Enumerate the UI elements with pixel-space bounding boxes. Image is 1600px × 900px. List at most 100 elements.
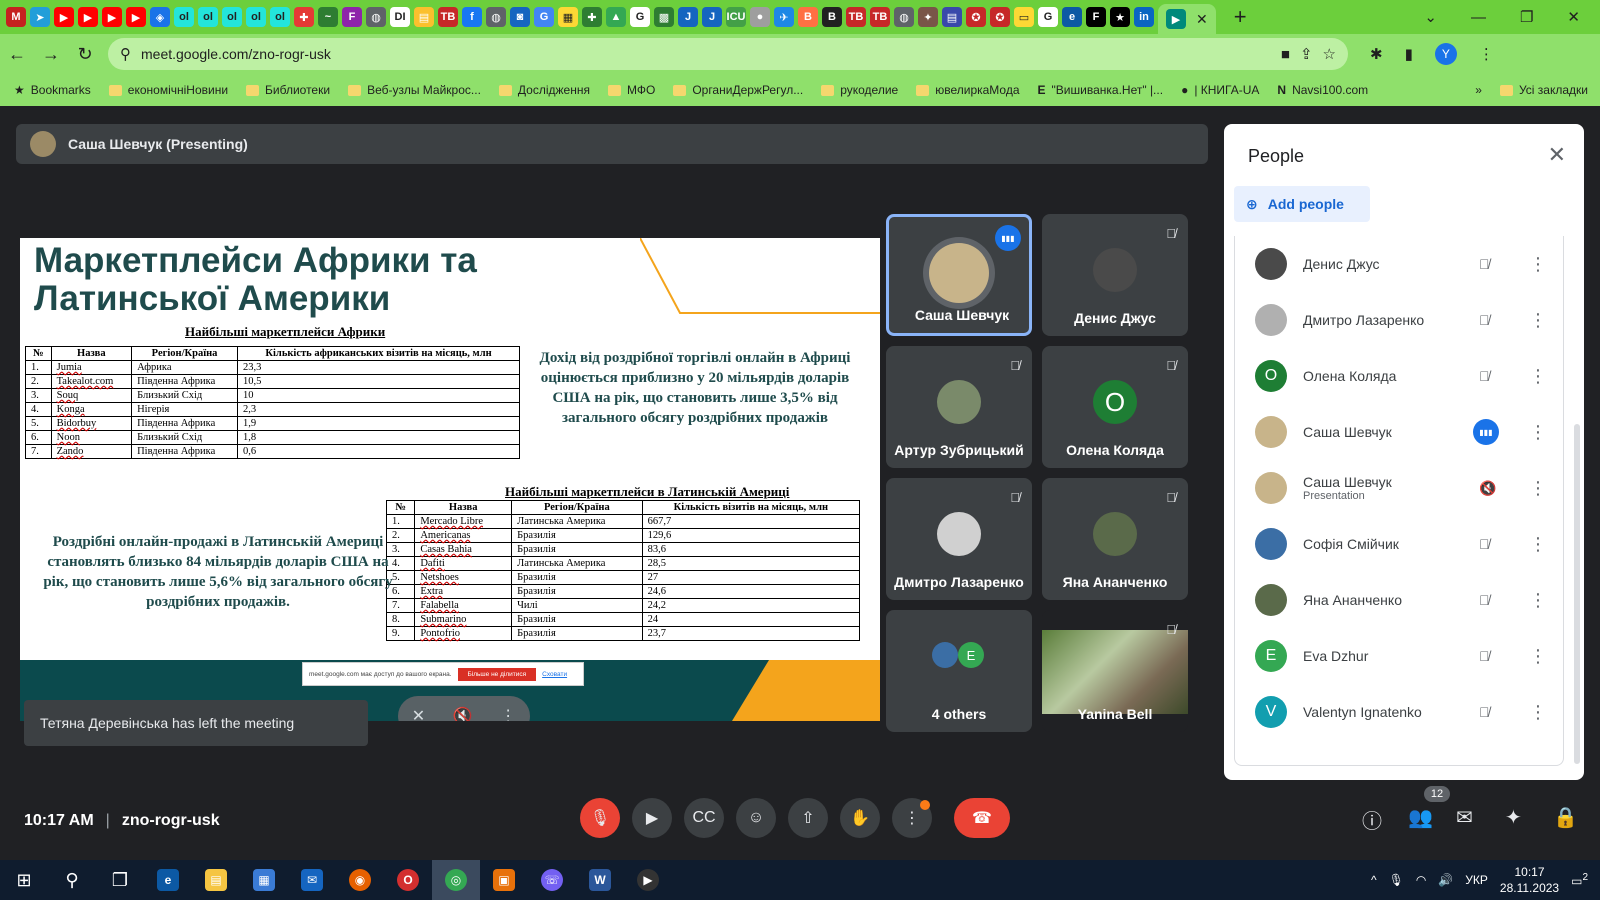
more-options-icon[interactable]: ⋮ (1529, 534, 1547, 555)
drive-icon[interactable]: ▲ (606, 7, 626, 27)
tray-mic-icon[interactable]: 🎙 (1389, 873, 1404, 887)
site-info-icon[interactable]: ⚲ (120, 45, 131, 63)
viber-icon[interactable]: ☏ (528, 860, 576, 900)
generic-site-icon[interactable]: ✪ (966, 7, 986, 27)
mic-off-icon[interactable]: 🎙̸ (1479, 312, 1490, 328)
bookmark-item[interactable]: E "Вишиванка.Нет" |... (1038, 83, 1164, 97)
raise-hand-button[interactable]: ✋ (840, 798, 880, 838)
mic-off-icon[interactable]: 🎙̸ (1479, 592, 1490, 608)
olx-icon[interactable]: ol (174, 7, 194, 27)
generic-site-icon[interactable]: J (678, 7, 698, 27)
google-icon[interactable]: G (630, 7, 650, 27)
camera-button[interactable]: ▶ (632, 798, 672, 838)
more-options-icon[interactable]: ⋮ (500, 706, 516, 721)
participant-tile[interactable]: 🎙̸ Дмитро Лазаренко (886, 478, 1032, 600)
generic-site-icon[interactable]: B (798, 7, 818, 27)
generic-site-icon[interactable]: ▦ (558, 7, 578, 27)
generic-site-icon[interactable]: ★ (1110, 7, 1130, 27)
bookmark-item[interactable]: ★ Bookmarks (14, 83, 91, 97)
more-options-button[interactable]: ⋮ (892, 798, 932, 838)
tray-chevron-icon[interactable]: ^ (1371, 873, 1377, 887)
google-icon[interactable]: G (1038, 7, 1058, 27)
generic-site-icon[interactable]: ◈ (150, 7, 170, 27)
scrollbar[interactable] (1574, 424, 1580, 764)
tv-icon[interactable]: TB (438, 7, 458, 27)
participant-row[interactable]: Саша Шевчук ▮▮▮ ⋮ (1235, 404, 1563, 460)
tv-icon[interactable]: TB (870, 7, 890, 27)
generic-site-icon[interactable]: ✦ (918, 7, 938, 27)
more-options-icon[interactable]: ⋮ (1529, 422, 1547, 443)
bookmark-item[interactable]: Библиотеки (246, 83, 330, 97)
participant-tile[interactable]: 🎙̸ Яна Ананченко (1042, 478, 1188, 600)
olx-icon[interactable]: ol (222, 7, 242, 27)
more-options-icon[interactable]: ⋮ (1529, 646, 1547, 667)
audio-off-icon[interactable]: 🔇 (1479, 480, 1496, 497)
activities-icon[interactable]: ✦ (1505, 805, 1522, 830)
more-options-icon[interactable]: ⋮ (1529, 590, 1547, 611)
volume-icon[interactable]: 🔊 (1438, 873, 1453, 887)
generic-site-icon[interactable]: ✚ (294, 7, 314, 27)
close-icon[interactable]: ✕ (1548, 142, 1566, 168)
generic-site-icon[interactable]: ~ (318, 7, 338, 27)
generic-site-icon[interactable]: ◍ (486, 7, 506, 27)
profile-avatar[interactable]: Y (1434, 43, 1457, 65)
extensions-icon[interactable]: ✱ (1370, 45, 1383, 63)
generic-site-icon[interactable]: ▩ (654, 7, 674, 27)
camera-in-use-icon[interactable]: ■ (1281, 46, 1290, 63)
pin-off-icon[interactable]: ✕ (412, 706, 425, 721)
generic-site-icon[interactable]: F (1086, 7, 1106, 27)
more-options-icon[interactable]: ⋮ (1529, 310, 1547, 331)
generic-site-icon[interactable]: ▭ (1014, 7, 1034, 27)
generic-site-icon[interactable]: ICU (726, 7, 746, 27)
more-options-icon[interactable]: ⋮ (1529, 254, 1547, 275)
mail-icon[interactable]: ✉ (288, 860, 336, 900)
participant-row[interactable]: Саша Шевчук Presentation 🔇 ⋮ (1235, 460, 1563, 516)
microphone-off-button[interactable]: 🎙 (580, 798, 620, 838)
address-bar[interactable]: ⚲ meet.google.com/zno-rogr-usk ■ ⇪ ☆ (108, 38, 1348, 70)
close-window-icon[interactable]: ✕ (1567, 8, 1580, 26)
minimize-icon[interactable]: — (1471, 9, 1486, 26)
participant-row[interactable]: Софія Смійчик 🎙̸ ⋮ (1235, 516, 1563, 572)
reload-icon[interactable]: ↻ (68, 44, 102, 65)
bookmark-item[interactable]: Дослідження (498, 83, 590, 97)
generic-site-icon[interactable]: ▤ (414, 7, 434, 27)
mic-off-icon[interactable]: 🎙̸ (1479, 648, 1490, 664)
participant-tile[interactable]: 🎙̸ Артур Зубрицький (886, 346, 1032, 468)
participant-video-tile[interactable]: 🎙̸ Yanina Bell (1042, 610, 1188, 732)
telegram-icon[interactable]: ➤ (30, 7, 50, 27)
generic-site-icon[interactable]: ● (750, 7, 770, 27)
menu-icon[interactable]: ⋮ (1479, 45, 1494, 63)
add-people-button[interactable]: ⊕ Add people (1234, 186, 1370, 222)
active-tab[interactable]: ▶ ✕ (1158, 4, 1216, 34)
chat-icon[interactable]: ✉ (1456, 805, 1473, 830)
gmail-icon[interactable]: M (6, 7, 26, 27)
bookmark-item[interactable]: ювелиркаМода (916, 83, 1020, 97)
media-player-icon[interactable]: ▶ (624, 860, 672, 900)
youtube-icon[interactable]: ▶ (78, 7, 98, 27)
maximize-icon[interactable]: ❐ (1520, 8, 1533, 26)
translate-icon[interactable]: G (534, 7, 554, 27)
store-icon[interactable]: ▦ (240, 860, 288, 900)
participant-tile[interactable]: 🎙̸ Денис Джус (1042, 214, 1188, 336)
generic-site-icon[interactable]: ✚ (582, 7, 602, 27)
bookmark-star-icon[interactable]: ☆ (1323, 45, 1336, 63)
youtube-icon[interactable]: ▶ (126, 7, 146, 27)
olx-icon[interactable]: ol (270, 7, 290, 27)
present-screen-button[interactable]: ⇧ (788, 798, 828, 838)
edge-icon[interactable]: e (1062, 7, 1082, 27)
back-icon[interactable]: ← (0, 44, 34, 65)
more-options-icon[interactable]: ⋮ (1529, 478, 1547, 499)
generic-site-icon[interactable]: DI (390, 7, 410, 27)
generic-site-icon[interactable]: F (342, 7, 362, 27)
bookmark-item[interactable]: ● | КНИГА-UA (1181, 83, 1259, 97)
olx-icon[interactable]: ol (246, 7, 266, 27)
tab-close-icon[interactable]: ✕ (1196, 11, 1208, 28)
share-icon[interactable]: ⇪ (1300, 45, 1313, 63)
new-tab-icon[interactable]: + (1234, 4, 1247, 30)
presentation-app-icon[interactable]: ▣ (480, 860, 528, 900)
generic-site-icon[interactable]: ✈ (774, 7, 794, 27)
participant-row[interactable]: E Eva Dzhur 🎙̸ ⋮ (1235, 628, 1563, 684)
participant-tile[interactable]: О 🎙̸ Олена Коляда (1042, 346, 1188, 468)
generic-site-icon[interactable]: ◍ (894, 7, 914, 27)
generic-site-icon[interactable]: ▤ (942, 7, 962, 27)
